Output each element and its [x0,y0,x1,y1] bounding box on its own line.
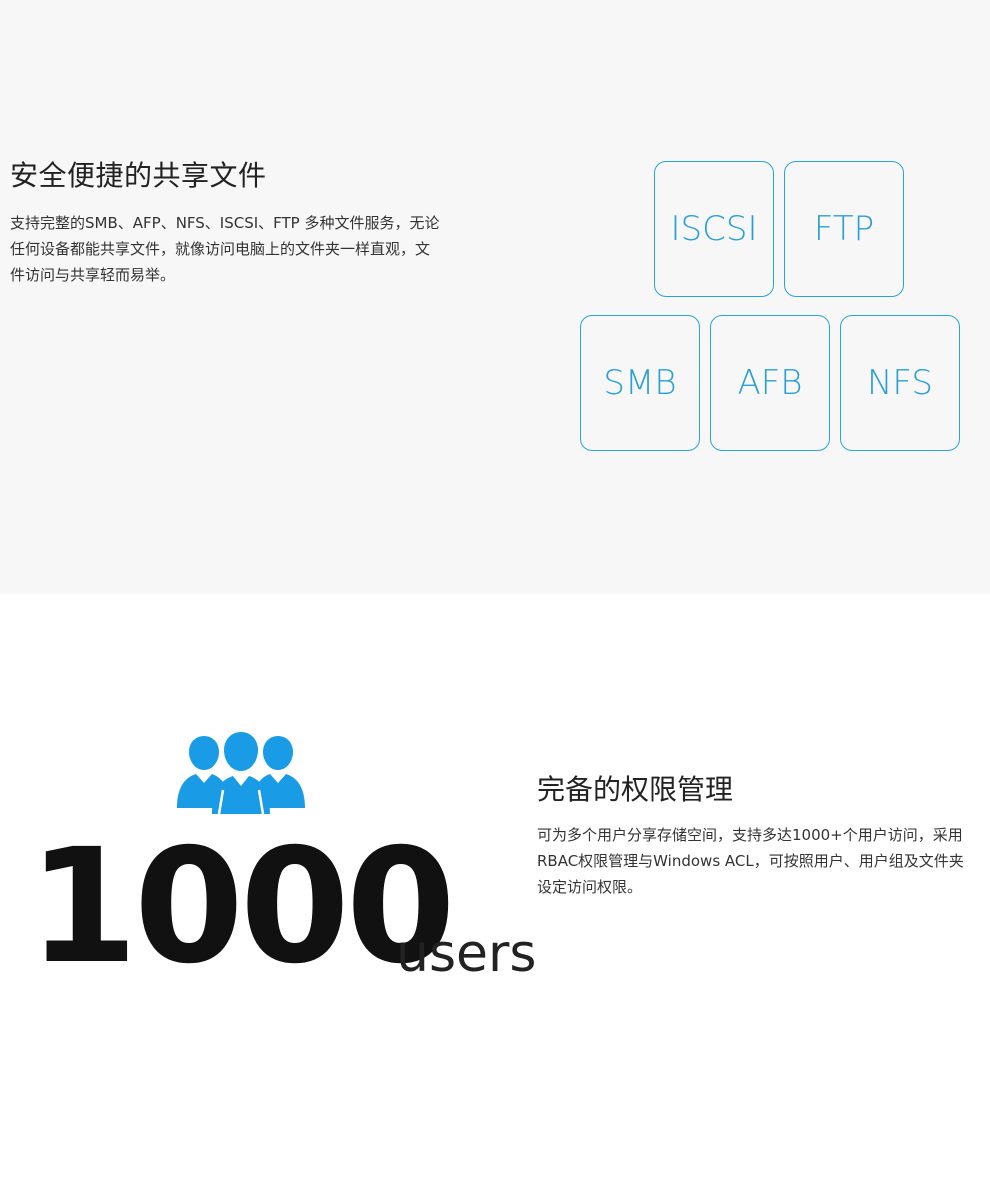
protocol-badge-afb: AFB [710,315,830,451]
protocol-badge-smb: SMB [580,315,700,451]
file-sharing-description: 支持完整的SMB、AFP、NFS、ISCSI、FTP 多种文件服务，无论任何设备… [10,214,440,284]
users-group-icon [177,732,305,814]
permission-management-section: 1000 users 完备的权限管理 可为多个用户分享存储空间，支持多达1000… [0,594,990,1184]
user-count-number: 1000 [28,815,456,999]
protocol-badge-ftp: FTP [784,161,904,297]
permission-management-description: 可为多个用户分享存储空间，支持多达1000+个用户访问，采用RBAC权限管理与W… [537,826,964,896]
user-count-unit: users [396,924,537,984]
file-sharing-section: 安全便捷的共享文件 支持完整的SMB、AFP、NFS、ISCSI、FTP 多种文… [0,0,990,594]
file-sharing-title: 安全便捷的共享文件 [10,159,267,192]
protocol-badge-iscsi: ISCSI [654,161,774,297]
permission-management-title: 完备的权限管理 [537,773,734,806]
protocol-badge-nfs: NFS [840,315,960,451]
